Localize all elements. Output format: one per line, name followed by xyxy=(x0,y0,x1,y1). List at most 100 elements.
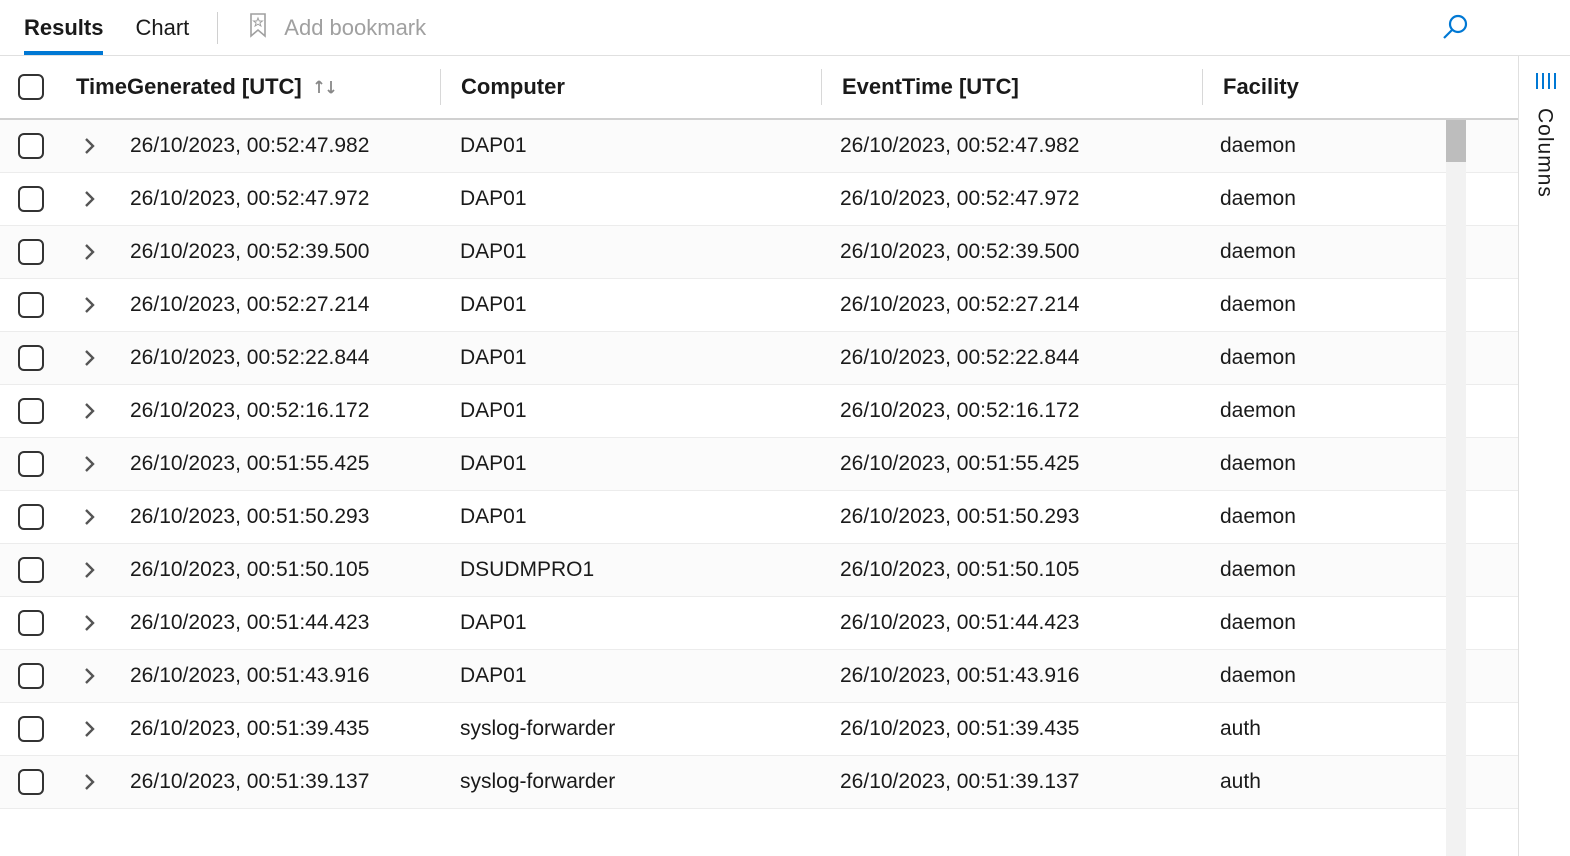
table-row[interactable]: 26/10/2023, 00:52:27.214 DAP01 26/10/202… xyxy=(0,279,1518,332)
cell-facility: daemon xyxy=(1200,187,1518,211)
cell-eventtime: 26/10/2023, 00:52:16.172 xyxy=(820,399,1200,423)
expand-row-button[interactable] xyxy=(83,666,97,686)
expand-row-button[interactable] xyxy=(83,295,97,315)
cell-eventtime: 26/10/2023, 00:51:55.425 xyxy=(820,452,1200,476)
row-checkbox[interactable] xyxy=(18,292,44,318)
cell-facility: daemon xyxy=(1200,399,1518,423)
table-row[interactable]: 26/10/2023, 00:52:47.972 DAP01 26/10/202… xyxy=(0,173,1518,226)
cell-computer: syslog-forwarder xyxy=(440,717,820,741)
cell-computer: DAP01 xyxy=(440,505,820,529)
tab-chart[interactable]: Chart xyxy=(135,0,189,55)
expand-row-button[interactable] xyxy=(83,348,97,368)
cell-timegenerated: 26/10/2023, 00:51:39.137 xyxy=(118,770,440,794)
expand-row-button[interactable] xyxy=(83,507,97,527)
scrollbar-thumb[interactable] xyxy=(1446,120,1466,162)
row-checkbox[interactable] xyxy=(18,663,44,689)
row-checkbox[interactable] xyxy=(18,504,44,530)
tabs: Results Chart xyxy=(24,0,189,55)
table-row[interactable]: 26/10/2023, 00:51:44.423 DAP01 26/10/202… xyxy=(0,597,1518,650)
cell-computer: DAP01 xyxy=(440,240,820,264)
cell-computer: DAP01 xyxy=(440,452,820,476)
cell-computer: DAP01 xyxy=(440,346,820,370)
table-row[interactable]: 26/10/2023, 00:51:50.293 DAP01 26/10/202… xyxy=(0,491,1518,544)
table-row[interactable]: 26/10/2023, 00:52:39.500 DAP01 26/10/202… xyxy=(0,226,1518,279)
table-row[interactable]: 26/10/2023, 00:51:43.916 DAP01 26/10/202… xyxy=(0,650,1518,703)
table-row[interactable]: 26/10/2023, 00:52:47.982 DAP01 26/10/202… xyxy=(0,120,1518,173)
table-row[interactable]: 26/10/2023, 00:51:50.105 DSUDMPRO1 26/10… xyxy=(0,544,1518,597)
add-bookmark-button[interactable]: Add bookmark xyxy=(246,12,426,44)
cell-computer: DAP01 xyxy=(440,134,820,158)
row-checkbox[interactable] xyxy=(18,451,44,477)
vertical-scrollbar[interactable] xyxy=(1446,120,1466,856)
cell-eventtime: 26/10/2023, 00:52:47.982 xyxy=(820,134,1200,158)
row-checkbox[interactable] xyxy=(18,186,44,212)
expand-row-button[interactable] xyxy=(83,454,97,474)
cell-timegenerated: 26/10/2023, 00:52:27.214 xyxy=(118,293,440,317)
cell-computer: DAP01 xyxy=(440,664,820,688)
results-table: TimeGenerated [UTC] Computer EventTime [… xyxy=(0,56,1570,856)
column-label: EventTime [UTC] xyxy=(842,74,1019,100)
row-checkbox[interactable] xyxy=(18,398,44,424)
expand-row-button[interactable] xyxy=(83,560,97,580)
cell-timegenerated: 26/10/2023, 00:52:16.172 xyxy=(118,399,440,423)
cell-eventtime: 26/10/2023, 00:51:50.105 xyxy=(820,558,1200,582)
table-row[interactable]: 26/10/2023, 00:51:55.425 DAP01 26/10/202… xyxy=(0,438,1518,491)
table-header-row: TimeGenerated [UTC] Computer EventTime [… xyxy=(0,56,1518,120)
row-checkbox[interactable] xyxy=(18,345,44,371)
row-checkbox[interactable] xyxy=(18,133,44,159)
cell-eventtime: 26/10/2023, 00:52:47.972 xyxy=(820,187,1200,211)
table-row[interactable]: 26/10/2023, 00:51:39.137 syslog-forwarde… xyxy=(0,756,1518,809)
column-header-facility[interactable]: Facility xyxy=(1203,74,1518,100)
cell-computer: DAP01 xyxy=(440,399,820,423)
add-bookmark-label: Add bookmark xyxy=(284,15,426,41)
expand-row-button[interactable] xyxy=(83,242,97,262)
expand-row-button[interactable] xyxy=(83,772,97,792)
cell-timegenerated: 26/10/2023, 00:51:55.425 xyxy=(118,452,440,476)
cell-timegenerated: 26/10/2023, 00:51:50.105 xyxy=(118,558,440,582)
cell-eventtime: 26/10/2023, 00:51:39.435 xyxy=(820,717,1200,741)
tab-label: Chart xyxy=(135,15,189,41)
cell-facility: daemon xyxy=(1200,664,1518,688)
expand-row-button[interactable] xyxy=(83,613,97,633)
table-row[interactable]: 26/10/2023, 00:51:39.435 syslog-forwarde… xyxy=(0,703,1518,756)
table-body: 26/10/2023, 00:52:47.982 DAP01 26/10/202… xyxy=(0,120,1518,809)
row-checkbox[interactable] xyxy=(18,239,44,265)
cell-eventtime: 26/10/2023, 00:51:44.423 xyxy=(820,611,1200,635)
column-header-computer[interactable]: Computer xyxy=(441,74,821,100)
column-label: Facility xyxy=(1223,74,1299,100)
columns-side-panel[interactable]: Columns xyxy=(1518,56,1570,856)
expand-row-button[interactable] xyxy=(83,401,97,421)
table-row[interactable]: 26/10/2023, 00:52:22.844 DAP01 26/10/202… xyxy=(0,332,1518,385)
sort-icon xyxy=(312,77,340,97)
toolbar: Results Chart Add bookmark xyxy=(0,0,1570,56)
cell-timegenerated: 26/10/2023, 00:51:50.293 xyxy=(118,505,440,529)
cell-facility: daemon xyxy=(1200,611,1518,635)
cell-timegenerated: 26/10/2023, 00:52:47.982 xyxy=(118,134,440,158)
cell-facility: daemon xyxy=(1200,240,1518,264)
row-checkbox[interactable] xyxy=(18,557,44,583)
toolbar-divider xyxy=(217,12,218,44)
columns-icon xyxy=(1534,70,1556,98)
cell-computer: DAP01 xyxy=(440,611,820,635)
tab-results[interactable]: Results xyxy=(24,0,103,55)
cell-timegenerated: 26/10/2023, 00:52:39.500 xyxy=(118,240,440,264)
row-checkbox[interactable] xyxy=(18,610,44,636)
expand-row-button[interactable] xyxy=(83,136,97,156)
cell-computer: DSUDMPRO1 xyxy=(440,558,820,582)
column-header-timegenerated[interactable]: TimeGenerated [UTC] xyxy=(62,74,440,100)
table-row[interactable]: 26/10/2023, 00:52:16.172 DAP01 26/10/202… xyxy=(0,385,1518,438)
search-icon xyxy=(1440,25,1470,47)
columns-panel-label: Columns xyxy=(1533,108,1557,198)
cell-facility: daemon xyxy=(1200,134,1518,158)
row-checkbox[interactable] xyxy=(18,769,44,795)
column-header-eventtime[interactable]: EventTime [UTC] xyxy=(822,74,1202,100)
row-checkbox[interactable] xyxy=(18,716,44,742)
cell-eventtime: 26/10/2023, 00:51:43.916 xyxy=(820,664,1200,688)
search-button[interactable] xyxy=(1440,12,1470,48)
select-all-cell xyxy=(0,74,62,100)
expand-row-button[interactable] xyxy=(83,719,97,739)
cell-timegenerated: 26/10/2023, 00:51:43.916 xyxy=(118,664,440,688)
select-all-checkbox[interactable] xyxy=(18,74,44,100)
cell-facility: daemon xyxy=(1200,558,1518,582)
expand-row-button[interactable] xyxy=(83,189,97,209)
